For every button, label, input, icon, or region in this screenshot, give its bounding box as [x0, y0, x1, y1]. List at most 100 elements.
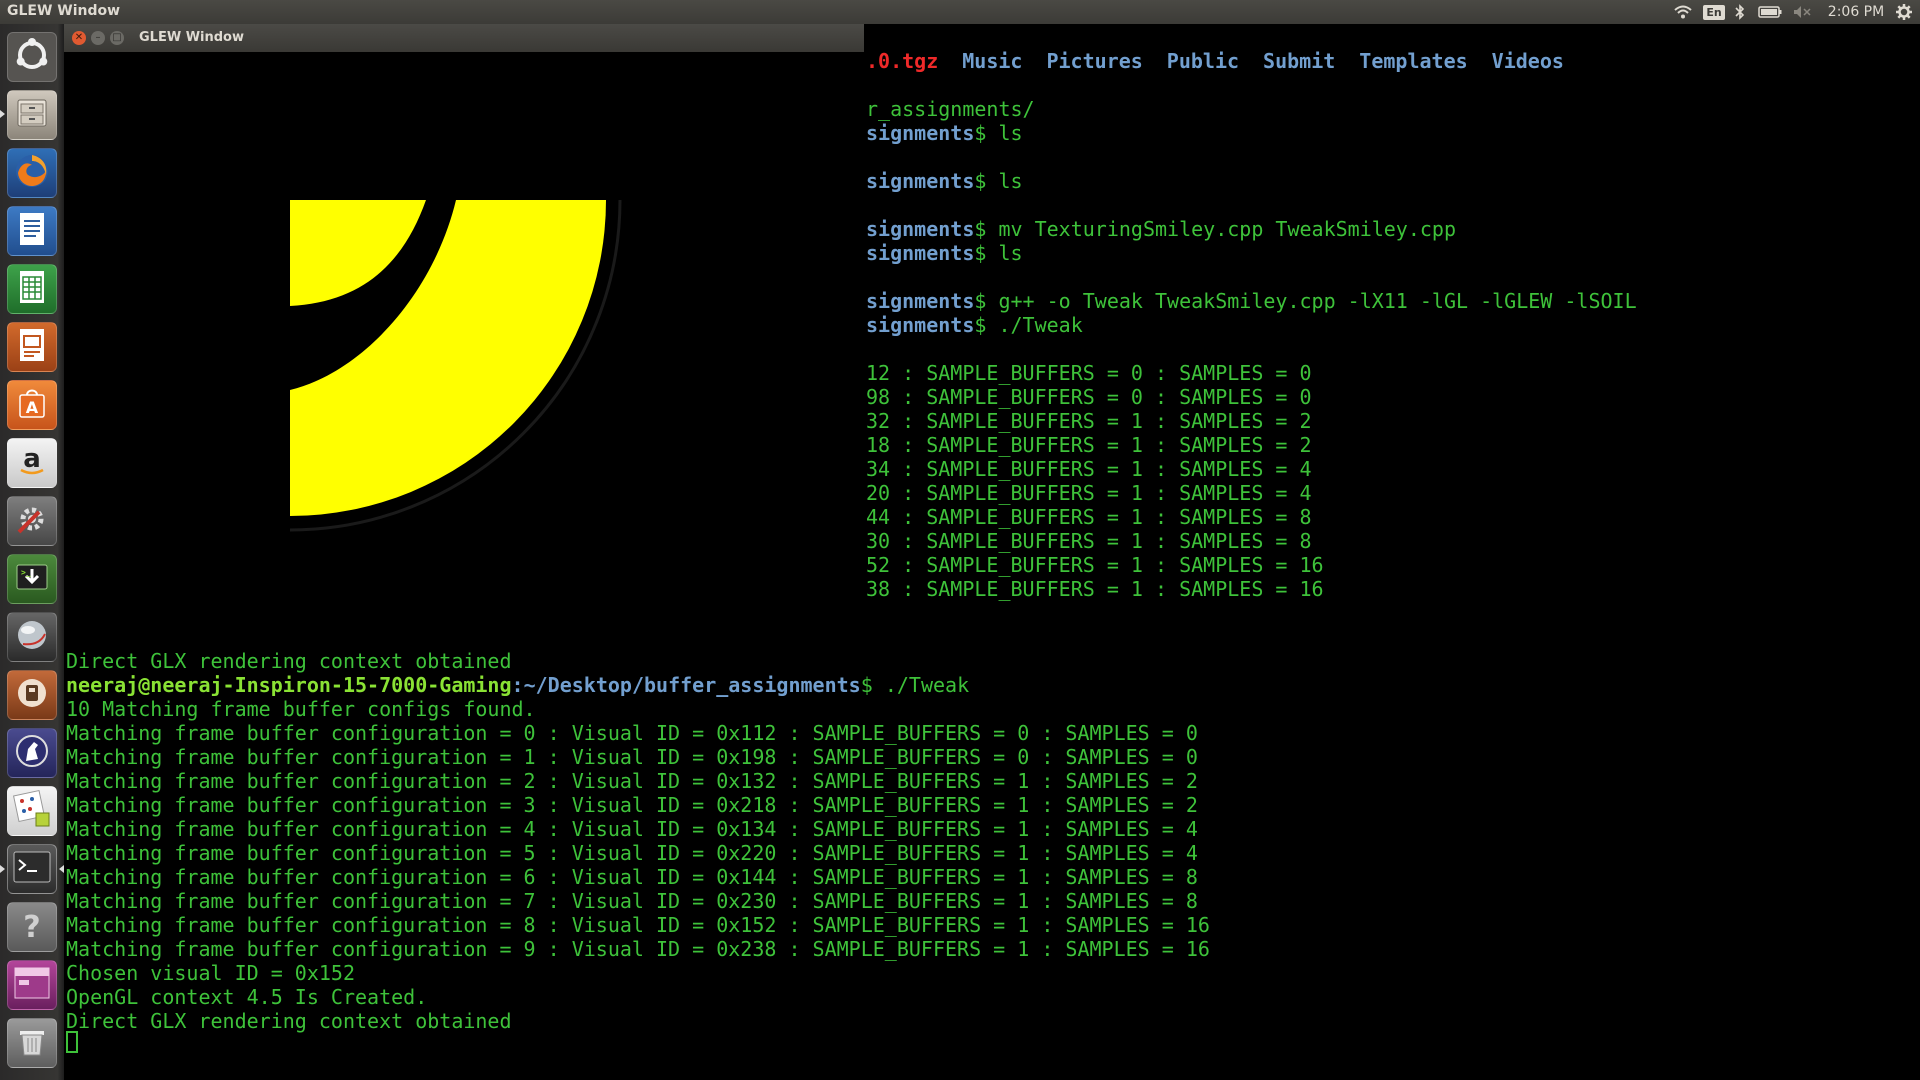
- running-indicator: [0, 865, 5, 873]
- config-summary-line: 38 : SAMPLE_BUFFERS = 1 : SAMPLES = 16: [866, 577, 1324, 601]
- amazon-icon: a: [14, 443, 50, 483]
- launcher-files[interactable]: [7, 90, 57, 140]
- history-path: signments: [866, 313, 975, 337]
- terminal-history-line: signments$ ls: [866, 169, 1023, 193]
- terminal-line: 10 Matching frame buffer configs found.: [66, 697, 536, 721]
- top-panel: GLEW Window En 2:06 PM: [0, 0, 1920, 24]
- config-summary-line: 44 : SAMPLE_BUFFERS = 1 : SAMPLES = 8: [866, 505, 1312, 529]
- impress-presentation-icon: [16, 327, 48, 367]
- svg-text:A: A: [26, 398, 39, 417]
- history-command: $ g++ -o Tweak TweakSmiley.cpp -lX11 -lG…: [974, 289, 1637, 313]
- close-icon: ✕: [74, 32, 84, 43]
- terminal-history-line: signments$ ./Tweak: [866, 313, 1083, 337]
- launcher-downloader[interactable]: >_: [7, 554, 57, 604]
- launcher-tool-app[interactable]: [7, 670, 57, 720]
- launcher-amazon[interactable]: a: [7, 438, 57, 488]
- glew-titlebar[interactable]: ✕ – □ GLEW Window: [64, 24, 864, 52]
- firefox-icon: [12, 151, 52, 195]
- minimize-button[interactable]: –: [91, 31, 105, 45]
- launcher-software-center[interactable]: A: [7, 380, 57, 430]
- config-line: Matching frame buffer configuration = 6 …: [66, 865, 1198, 889]
- svg-text:a: a: [23, 444, 41, 474]
- config-summary-line: 30 : SAMPLE_BUFFERS = 1 : SAMPLES = 8: [866, 529, 1312, 553]
- history-path: signments: [866, 289, 975, 313]
- history-path: r_assignments/: [866, 97, 1035, 121]
- horse-icon: [14, 733, 50, 773]
- maximize-icon: □: [112, 32, 122, 43]
- terminal-line: Chosen visual ID = 0x152: [66, 961, 355, 985]
- ls-entry: Public: [1166, 49, 1240, 73]
- terminal-history-line: signments$ ls: [866, 241, 1023, 265]
- numeric-calculator-icon: [12, 789, 52, 833]
- launcher-firefox[interactable]: [7, 148, 57, 198]
- wifi-icon[interactable]: [1672, 2, 1694, 22]
- config-summary-line: 20 : SAMPLE_BUFFERS = 1 : SAMPLES = 4: [866, 481, 1312, 505]
- history-command: $ ls: [974, 169, 1023, 193]
- terminal-history-line: signments$ ls: [866, 121, 1023, 145]
- glew-window-title: GLEW Window: [139, 30, 244, 45]
- ls-entry: Videos: [1491, 49, 1564, 73]
- settings-tools-icon: [13, 500, 51, 542]
- keyboard-icon[interactable]: En: [1703, 2, 1725, 22]
- ls-entry: Templates: [1359, 49, 1468, 73]
- config-line: Matching frame buffer configuration = 0 …: [66, 721, 1198, 745]
- tool-icon: [14, 675, 50, 715]
- launcher-calc[interactable]: [7, 264, 57, 314]
- launcher-eclipse[interactable]: [7, 728, 57, 778]
- volume-muted-icon[interactable]: [1791, 2, 1813, 22]
- launcher-calculator-app[interactable]: [7, 786, 57, 836]
- svg-text:>_: >_: [21, 568, 31, 577]
- file-cabinet-icon: [15, 96, 49, 134]
- config-summary-line: 32 : SAMPLE_BUFFERS = 1 : SAMPLES = 2: [866, 409, 1312, 433]
- config-line: Matching frame buffer configuration = 7 …: [66, 889, 1198, 913]
- clock[interactable]: 2:06 PM: [1826, 2, 1886, 22]
- launcher: A a >_ ?: [0, 24, 64, 1080]
- terminal-cursor: [66, 1031, 78, 1053]
- config-line: Matching frame buffer configuration = 3 …: [66, 793, 1198, 817]
- launcher-terminal[interactable]: [7, 844, 57, 894]
- keyboard-layout-label: En: [1703, 4, 1725, 20]
- launcher-writer[interactable]: [7, 206, 57, 256]
- history-command: $ ls: [974, 241, 1023, 265]
- history-command: $ mv TexturingSmiley.cpp TweakSmiley.cpp: [974, 217, 1457, 241]
- ls-entry: .0.tgz: [866, 49, 939, 73]
- terminal-line: Direct GLX rendering context obtained: [66, 1009, 512, 1033]
- ls-output-row: .0.tgz Music Pictures Public Submit Templates…: [866, 49, 1588, 75]
- launcher-trash[interactable]: [7, 1018, 57, 1068]
- shopping-bag-icon: A: [15, 385, 49, 425]
- history-path: signments: [866, 217, 975, 241]
- minimize-icon: –: [95, 32, 101, 43]
- close-button[interactable]: ✕: [72, 31, 86, 45]
- launcher-system-settings[interactable]: [7, 496, 57, 546]
- ubuntu-logo-icon: [14, 37, 50, 77]
- launcher-workspace-switcher[interactable]: [7, 960, 57, 1010]
- battery-icon[interactable]: [1756, 2, 1784, 22]
- settings-gear-icon[interactable]: [1893, 2, 1915, 22]
- history-command: $ ls: [974, 121, 1023, 145]
- config-line: Matching frame buffer configuration = 1 …: [66, 745, 1198, 769]
- launcher-sphere-app[interactable]: [7, 612, 57, 662]
- terminal-history-line: signments$ g++ -o Tweak TweakSmiley.cpp …: [866, 289, 1637, 313]
- config-summary-line: 52 : SAMPLE_BUFFERS = 1 : SAMPLES = 16: [866, 553, 1324, 577]
- launcher-dash-home[interactable]: [7, 32, 57, 82]
- prompt-user: neeraj@neeraj-Inspiron-15-7000-Gaming: [66, 673, 512, 697]
- ls-entry: Music: [962, 49, 1023, 73]
- glew-window[interactable]: ✕ – □ GLEW Window: [64, 24, 864, 646]
- launcher-help[interactable]: ?: [7, 902, 57, 952]
- config-line: Matching frame buffer configuration = 2 …: [66, 769, 1198, 793]
- config-summary-line: 18 : SAMPLE_BUFFERS = 1 : SAMPLES = 2: [866, 433, 1312, 457]
- launcher-impress[interactable]: [7, 322, 57, 372]
- running-indicator: [0, 110, 5, 118]
- opengl-canvas[interactable]: [64, 52, 864, 646]
- ls-entry: Submit: [1263, 49, 1336, 73]
- terminal-prompt-line: neeraj@neeraj-Inspiron-15-7000-Gaming:~/…: [66, 673, 969, 697]
- terminal-icon: [13, 851, 51, 887]
- maximize-button[interactable]: □: [110, 31, 124, 45]
- terminal-history-line: signments$ mv TexturingSmiley.cpp TweakS…: [866, 217, 1456, 241]
- history-command: $ ./Tweak: [974, 313, 1083, 337]
- bluetooth-icon[interactable]: [1731, 2, 1749, 22]
- smiley-yellow-disc: [290, 200, 606, 516]
- terminal-history-line: r_assignments/: [866, 97, 1035, 121]
- config-line: Matching frame buffer configuration = 5 …: [66, 841, 1198, 865]
- terminal-line: Direct GLX rendering context obtained: [66, 649, 512, 673]
